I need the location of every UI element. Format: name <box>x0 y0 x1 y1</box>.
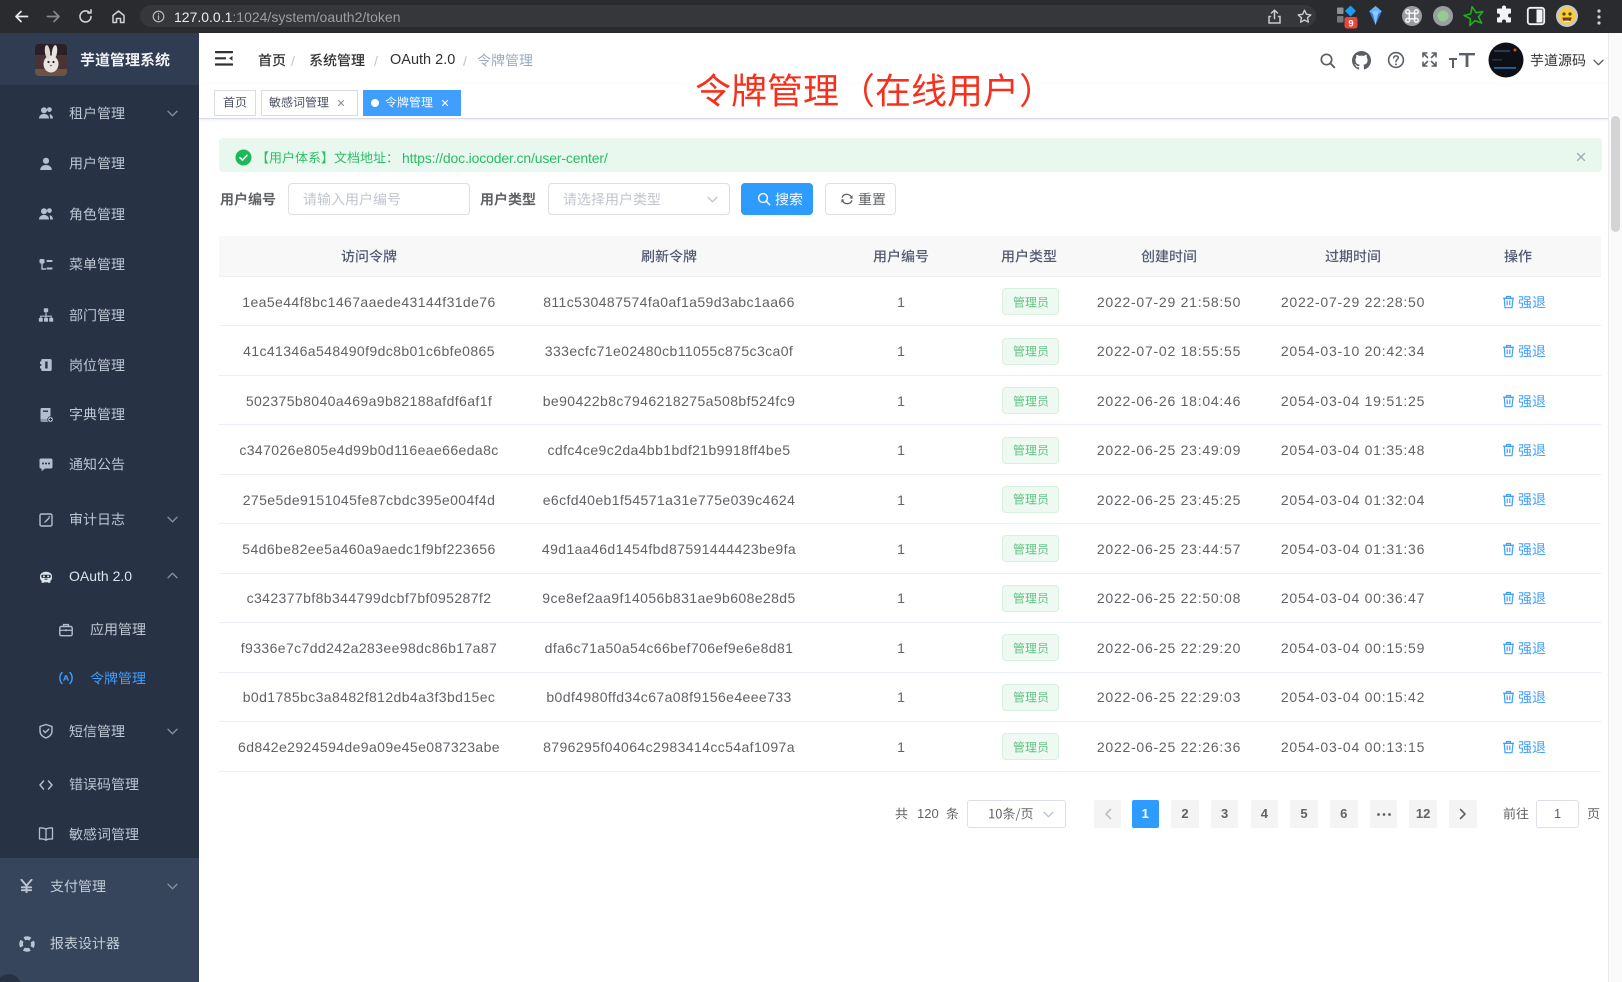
svg-text:9: 9 <box>1348 19 1353 30</box>
